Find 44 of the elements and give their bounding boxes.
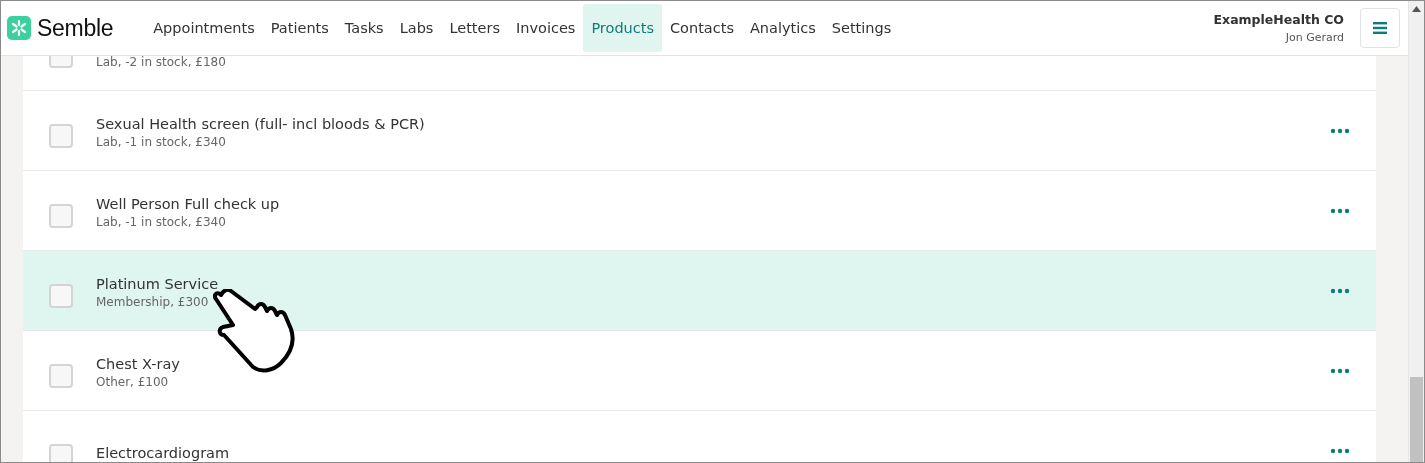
nav-tab[interactable]: Tasks xyxy=(336,4,392,52)
product-details: Lab, -2 in stock, £180 xyxy=(96,56,227,69)
product-name: Platinum Service xyxy=(96,276,220,292)
nav-tab[interactable]: Letters xyxy=(441,4,508,52)
hand-cursor-icon xyxy=(213,289,297,373)
menu-button[interactable] xyxy=(1360,8,1400,48)
product-details: Lab, -1 in stock, £340 xyxy=(96,135,227,149)
product-name: Well Person Full check up xyxy=(96,196,281,212)
more-options-icon[interactable] xyxy=(1330,367,1350,374)
more-options-icon[interactable] xyxy=(1330,447,1350,454)
checkbox[interactable] xyxy=(49,283,73,308)
nav-tab[interactable]: Analytics xyxy=(741,4,824,52)
more-options-icon[interactable] xyxy=(1330,127,1350,134)
nav-tab[interactable]: Patients xyxy=(262,4,337,52)
product-details: Other, £100 xyxy=(96,375,170,389)
organisation-name: ExampleHealth CO xyxy=(1213,12,1344,27)
product-row[interactable]: Sexual Health screen (full- incl bloods & PCR) Lab, -1 in stock, £340 xyxy=(23,91,1376,171)
product-details: Lab, -1 in stock, £340 xyxy=(96,215,227,229)
product-row[interactable]: Platinum Service Membership, £300 xyxy=(23,251,1376,331)
product-row[interactable]: Lab, -2 in stock, £180 xyxy=(23,56,1376,91)
scrollbar[interactable] xyxy=(1408,1,1424,462)
scrollbar-thumb[interactable] xyxy=(1410,377,1423,462)
product-name: Electrocardiogram xyxy=(96,444,231,461)
product-name: Sexual Health screen (full- incl bloods & PCR) xyxy=(96,116,426,132)
product-name: Chest X-ray xyxy=(96,356,181,372)
checkbox[interactable] xyxy=(49,123,73,148)
checkbox[interactable] xyxy=(49,203,73,228)
more-options-icon[interactable] xyxy=(1330,207,1350,214)
logo-icon xyxy=(7,16,31,40)
nav-tab[interactable]: Invoices xyxy=(507,4,584,52)
nav-tab[interactable]: Settings xyxy=(823,4,900,52)
checkbox[interactable] xyxy=(49,443,73,462)
nav-tab[interactable]: Products xyxy=(583,4,662,52)
product-row[interactable]: Electrocardiogram xyxy=(23,411,1376,462)
user-name: Jon Gerard xyxy=(1285,31,1344,44)
product-details: Membership, £300 xyxy=(96,295,210,309)
menu-icon xyxy=(1373,22,1387,34)
more-options-icon[interactable] xyxy=(1330,287,1350,294)
scroll-up-arrow-icon[interactable] xyxy=(1412,6,1421,12)
brand-name: Semble xyxy=(37,14,114,42)
nav-tab[interactable]: Contacts xyxy=(662,4,742,52)
checkbox[interactable] xyxy=(49,363,73,388)
nav-tab[interactable]: Labs xyxy=(391,4,442,52)
nav-tab[interactable]: Appointments xyxy=(145,4,263,52)
